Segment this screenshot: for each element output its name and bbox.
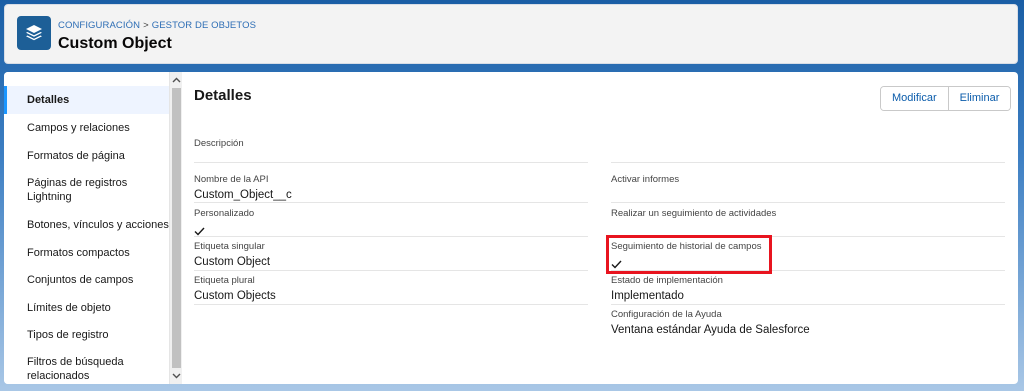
scroll-thumb[interactable]: [172, 88, 181, 368]
help-settings-label: Configuración de la Ayuda: [611, 309, 722, 320]
singular-label: Etiqueta singular: [194, 241, 265, 252]
action-buttons: Modificar Eliminar: [880, 86, 1012, 111]
breadcrumb: CONFIGURACIÓN > GESTOR DE OBJETOS: [58, 20, 256, 31]
deployment-status-value: Implementado: [611, 290, 684, 302]
custom-label: Personalizado: [194, 208, 255, 219]
sidebar: Detalles Campos y relaciones Formatos de…: [4, 72, 169, 384]
sidebar-item-record-types[interactable]: Tipos de registro: [4, 328, 169, 342]
api-name-label: Nombre de la API: [194, 174, 269, 185]
divider: [194, 202, 588, 203]
sidebar-item-page-layouts[interactable]: Formatos de página: [4, 149, 169, 163]
sidebar-item-compact-layouts[interactable]: Formatos compactos: [4, 246, 169, 260]
divider: [194, 236, 588, 237]
modify-button[interactable]: Modificar: [881, 87, 948, 110]
sidebar-item-lightning-pages[interactable]: Páginas de registros Lightning: [4, 176, 144, 204]
sidebar-item-lookup-filters[interactable]: Filtros de búsqueda relacionados: [4, 355, 144, 383]
description-field: Descripción: [194, 138, 244, 149]
plural-label: Etiqueta plural: [194, 275, 255, 286]
sidebar-item-fields[interactable]: Campos y relaciones: [4, 121, 169, 135]
description-label: Descripción: [194, 138, 244, 149]
details-main: Detalles Modificar Eliminar Descripción …: [182, 72, 1018, 384]
divider: [611, 202, 1005, 203]
sidebar-item-buttons-links[interactable]: Botones, vínculos y acciones: [4, 218, 169, 232]
divider: [611, 304, 1005, 305]
sidebar-item-object-limits[interactable]: Límites de objeto: [4, 301, 169, 315]
help-settings-field: Configuración de la Ayuda Ventana estánd…: [611, 309, 810, 336]
plural-label-field: Etiqueta plural Custom Objects: [194, 275, 276, 302]
breadcrumb-setup-link[interactable]: CONFIGURACIÓN: [58, 20, 140, 31]
section-title: Detalles: [194, 87, 252, 104]
breadcrumb-object-manager-link[interactable]: GESTOR DE OBJETOS: [152, 20, 256, 31]
layers-icon: [17, 16, 51, 50]
content-panel: Detalles Campos y relaciones Formatos de…: [4, 72, 1018, 384]
deployment-status-label: Estado de implementación: [611, 275, 723, 286]
breadcrumb-separator: >: [143, 20, 149, 31]
deployment-status-field: Estado de implementación Implementado: [611, 275, 723, 302]
divider: [194, 304, 588, 305]
divider: [194, 162, 588, 163]
page-title: Custom Object: [58, 35, 172, 52]
page-header: CONFIGURACIÓN > GESTOR DE OBJETOS Custom O…: [4, 4, 1018, 64]
activities-field: Realizar un seguimiento de actividades: [611, 208, 776, 219]
sidebar-item-field-sets[interactable]: Conjuntos de campos: [4, 273, 169, 287]
singular-value: Custom Object: [194, 256, 271, 268]
singular-label-field: Etiqueta singular Custom Object: [194, 241, 270, 268]
checkmark-icon: [194, 223, 254, 241]
highlight-box: [606, 235, 772, 274]
sidebar-item-details[interactable]: Detalles: [4, 86, 169, 114]
divider: [194, 270, 588, 271]
delete-button[interactable]: Eliminar: [947, 87, 1011, 110]
plural-value: Custom Objects: [194, 290, 276, 302]
divider: [611, 162, 1005, 163]
api-name-value: Custom_Object__c: [194, 189, 292, 201]
api-name-field: Nombre de la API Custom_Object__c: [194, 174, 292, 201]
sidebar-scrollbar[interactable]: [169, 72, 182, 384]
activities-label: Realizar un seguimiento de actividades: [611, 208, 777, 219]
reports-field: Activar informes: [611, 174, 679, 185]
reports-label: Activar informes: [611, 174, 680, 185]
help-settings-value: Ventana estándar Ayuda de Salesforce: [611, 324, 810, 336]
